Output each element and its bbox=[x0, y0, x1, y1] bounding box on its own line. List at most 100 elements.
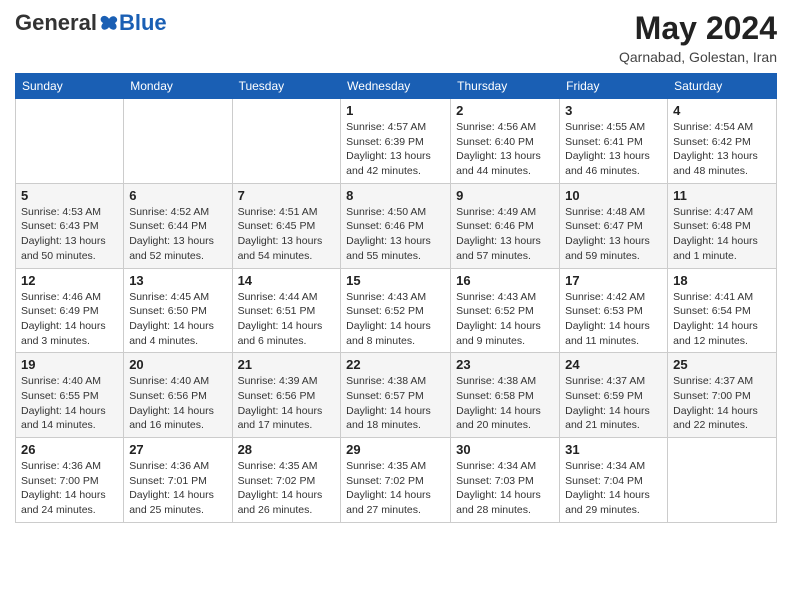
calendar-cell: 11Sunrise: 4:47 AM Sunset: 6:48 PM Dayli… bbox=[668, 183, 777, 268]
calendar-cell: 1Sunrise: 4:57 AM Sunset: 6:39 PM Daylig… bbox=[341, 99, 451, 184]
weekday-header: Friday bbox=[560, 74, 668, 99]
day-info: Sunrise: 4:43 AM Sunset: 6:52 PM Dayligh… bbox=[346, 290, 445, 349]
day-info: Sunrise: 4:47 AM Sunset: 6:48 PM Dayligh… bbox=[673, 205, 771, 264]
day-info: Sunrise: 4:34 AM Sunset: 7:04 PM Dayligh… bbox=[565, 459, 662, 518]
day-info: Sunrise: 4:52 AM Sunset: 6:44 PM Dayligh… bbox=[129, 205, 226, 264]
day-info: Sunrise: 4:36 AM Sunset: 7:00 PM Dayligh… bbox=[21, 459, 118, 518]
logo: General Blue bbox=[15, 10, 167, 36]
day-info: Sunrise: 4:37 AM Sunset: 6:59 PM Dayligh… bbox=[565, 374, 662, 433]
calendar-cell: 29Sunrise: 4:35 AM Sunset: 7:02 PM Dayli… bbox=[341, 438, 451, 523]
day-info: Sunrise: 4:44 AM Sunset: 6:51 PM Dayligh… bbox=[238, 290, 336, 349]
calendar-cell: 30 Sunrise: 4:34 AM Sunset: 7:03 PM Dayli… bbox=[451, 438, 560, 523]
calendar-cell: 8 Sunrise: 4:50 AM Sunset: 6:46 PM Daylig… bbox=[341, 183, 451, 268]
day-info: Sunrise: 4:50 AM Sunset: 6:46 PM Dayligh… bbox=[346, 205, 445, 264]
calendar-week-row: 5 Sunrise: 4:53 AM Sunset: 6:43 PM Daylig… bbox=[16, 183, 777, 268]
day-info: Sunrise: 4:55 AM Sunset: 6:41 PM Dayligh… bbox=[565, 120, 662, 179]
day-number: 25 bbox=[673, 357, 771, 372]
location-subtitle: Qarnabad, Golestan, Iran bbox=[619, 49, 777, 65]
day-info: Sunrise: 4:49 AM Sunset: 6:46 PM Dayligh… bbox=[456, 205, 554, 264]
day-number: 5 bbox=[21, 188, 118, 203]
day-number: 2 bbox=[456, 103, 554, 118]
day-number: 21 bbox=[238, 357, 336, 372]
day-number: 7 bbox=[238, 188, 336, 203]
calendar-cell: 14 Sunrise: 4:44 AM Sunset: 6:51 PM Dayli… bbox=[232, 268, 341, 353]
day-number: 3 bbox=[565, 103, 662, 118]
day-number: 9 bbox=[456, 188, 554, 203]
calendar-cell: 13 Sunrise: 4:45 AM Sunset: 6:50 PM Dayli… bbox=[124, 268, 232, 353]
weekday-header: Sunday bbox=[16, 74, 124, 99]
day-info: Sunrise: 4:42 AM Sunset: 6:53 PM Dayligh… bbox=[565, 290, 662, 349]
weekday-header: Wednesday bbox=[341, 74, 451, 99]
day-info: Sunrise: 4:35 AM Sunset: 7:02 PM Dayligh… bbox=[238, 459, 336, 518]
day-info: Sunrise: 4:41 AM Sunset: 6:54 PM Dayligh… bbox=[673, 290, 771, 349]
day-number: 8 bbox=[346, 188, 445, 203]
calendar-cell: 17Sunrise: 4:42 AM Sunset: 6:53 PM Dayli… bbox=[560, 268, 668, 353]
day-info: Sunrise: 4:57 AM Sunset: 6:39 PM Dayligh… bbox=[346, 120, 445, 179]
calendar-cell: 5 Sunrise: 4:53 AM Sunset: 6:43 PM Daylig… bbox=[16, 183, 124, 268]
calendar-cell: 16Sunrise: 4:43 AM Sunset: 6:52 PM Dayli… bbox=[451, 268, 560, 353]
calendar-week-row: 19 Sunrise: 4:40 AM Sunset: 6:55 PM Dayli… bbox=[16, 353, 777, 438]
calendar-cell: 10Sunrise: 4:48 AM Sunset: 6:47 PM Dayli… bbox=[560, 183, 668, 268]
day-info: Sunrise: 4:40 AM Sunset: 6:55 PM Dayligh… bbox=[21, 374, 118, 433]
day-info: Sunrise: 4:56 AM Sunset: 6:40 PM Dayligh… bbox=[456, 120, 554, 179]
calendar-cell bbox=[124, 99, 232, 184]
calendar-cell bbox=[232, 99, 341, 184]
calendar-cell: 7Sunrise: 4:51 AM Sunset: 6:45 PM Daylig… bbox=[232, 183, 341, 268]
day-number: 12 bbox=[21, 273, 118, 288]
day-info: Sunrise: 4:38 AM Sunset: 6:57 PM Dayligh… bbox=[346, 374, 445, 433]
day-info: Sunrise: 4:46 AM Sunset: 6:49 PM Dayligh… bbox=[21, 290, 118, 349]
day-info: Sunrise: 4:37 AM Sunset: 7:00 PM Dayligh… bbox=[673, 374, 771, 433]
month-year-title: May 2024 bbox=[619, 10, 777, 47]
day-number: 27 bbox=[129, 442, 226, 457]
day-info: Sunrise: 4:54 AM Sunset: 6:42 PM Dayligh… bbox=[673, 120, 771, 179]
calendar-cell: 9 Sunrise: 4:49 AM Sunset: 6:46 PM Daylig… bbox=[451, 183, 560, 268]
calendar-cell: 19 Sunrise: 4:40 AM Sunset: 6:55 PM Dayli… bbox=[16, 353, 124, 438]
calendar-week-row: 12 Sunrise: 4:46 AM Sunset: 6:49 PM Dayli… bbox=[16, 268, 777, 353]
logo-general-text: General bbox=[15, 10, 97, 36]
day-number: 20 bbox=[129, 357, 226, 372]
day-number: 15 bbox=[346, 273, 445, 288]
logo-blue-text: Blue bbox=[119, 10, 167, 36]
calendar-cell: 22 Sunrise: 4:38 AM Sunset: 6:57 PM Dayli… bbox=[341, 353, 451, 438]
day-number: 23 bbox=[456, 357, 554, 372]
calendar-cell: 27 Sunrise: 4:36 AM Sunset: 7:01 PM Dayli… bbox=[124, 438, 232, 523]
day-number: 26 bbox=[21, 442, 118, 457]
day-number: 16 bbox=[456, 273, 554, 288]
weekday-header-row: SundayMondayTuesdayWednesdayThursdayFrid… bbox=[16, 74, 777, 99]
calendar-week-row: 1Sunrise: 4:57 AM Sunset: 6:39 PM Daylig… bbox=[16, 99, 777, 184]
day-number: 4 bbox=[673, 103, 771, 118]
weekday-header: Tuesday bbox=[232, 74, 341, 99]
calendar-cell: 26 Sunrise: 4:36 AM Sunset: 7:00 PM Dayli… bbox=[16, 438, 124, 523]
calendar-cell: 31 Sunrise: 4:34 AM Sunset: 7:04 PM Dayli… bbox=[560, 438, 668, 523]
day-number: 14 bbox=[238, 273, 336, 288]
day-number: 30 bbox=[456, 442, 554, 457]
day-info: Sunrise: 4:40 AM Sunset: 6:56 PM Dayligh… bbox=[129, 374, 226, 433]
day-info: Sunrise: 4:38 AM Sunset: 6:58 PM Dayligh… bbox=[456, 374, 554, 433]
calendar-cell: 20 Sunrise: 4:40 AM Sunset: 6:56 PM Dayli… bbox=[124, 353, 232, 438]
day-number: 19 bbox=[21, 357, 118, 372]
calendar-cell: 21Sunrise: 4:39 AM Sunset: 6:56 PM Dayli… bbox=[232, 353, 341, 438]
calendar-cell: 4 Sunrise: 4:54 AM Sunset: 6:42 PM Daylig… bbox=[668, 99, 777, 184]
calendar-cell bbox=[668, 438, 777, 523]
day-info: Sunrise: 4:36 AM Sunset: 7:01 PM Dayligh… bbox=[129, 459, 226, 518]
day-number: 13 bbox=[129, 273, 226, 288]
calendar-cell: 24Sunrise: 4:37 AM Sunset: 6:59 PM Dayli… bbox=[560, 353, 668, 438]
weekday-header: Monday bbox=[124, 74, 232, 99]
weekday-header: Saturday bbox=[668, 74, 777, 99]
day-info: Sunrise: 4:35 AM Sunset: 7:02 PM Dayligh… bbox=[346, 459, 445, 518]
day-number: 22 bbox=[346, 357, 445, 372]
calendar-cell: 15 Sunrise: 4:43 AM Sunset: 6:52 PM Dayli… bbox=[341, 268, 451, 353]
day-number: 28 bbox=[238, 442, 336, 457]
day-number: 6 bbox=[129, 188, 226, 203]
title-block: May 2024 Qarnabad, Golestan, Iran bbox=[619, 10, 777, 65]
logo-bird-icon bbox=[99, 13, 119, 33]
weekday-header: Thursday bbox=[451, 74, 560, 99]
calendar-cell: 18Sunrise: 4:41 AM Sunset: 6:54 PM Dayli… bbox=[668, 268, 777, 353]
day-info: Sunrise: 4:53 AM Sunset: 6:43 PM Dayligh… bbox=[21, 205, 118, 264]
day-info: Sunrise: 4:45 AM Sunset: 6:50 PM Dayligh… bbox=[129, 290, 226, 349]
day-info: Sunrise: 4:34 AM Sunset: 7:03 PM Dayligh… bbox=[456, 459, 554, 518]
day-number: 31 bbox=[565, 442, 662, 457]
calendar-cell: 25 Sunrise: 4:37 AM Sunset: 7:00 PM Dayli… bbox=[668, 353, 777, 438]
day-number: 10 bbox=[565, 188, 662, 203]
calendar-cell: 2 Sunrise: 4:56 AM Sunset: 6:40 PM Daylig… bbox=[451, 99, 560, 184]
